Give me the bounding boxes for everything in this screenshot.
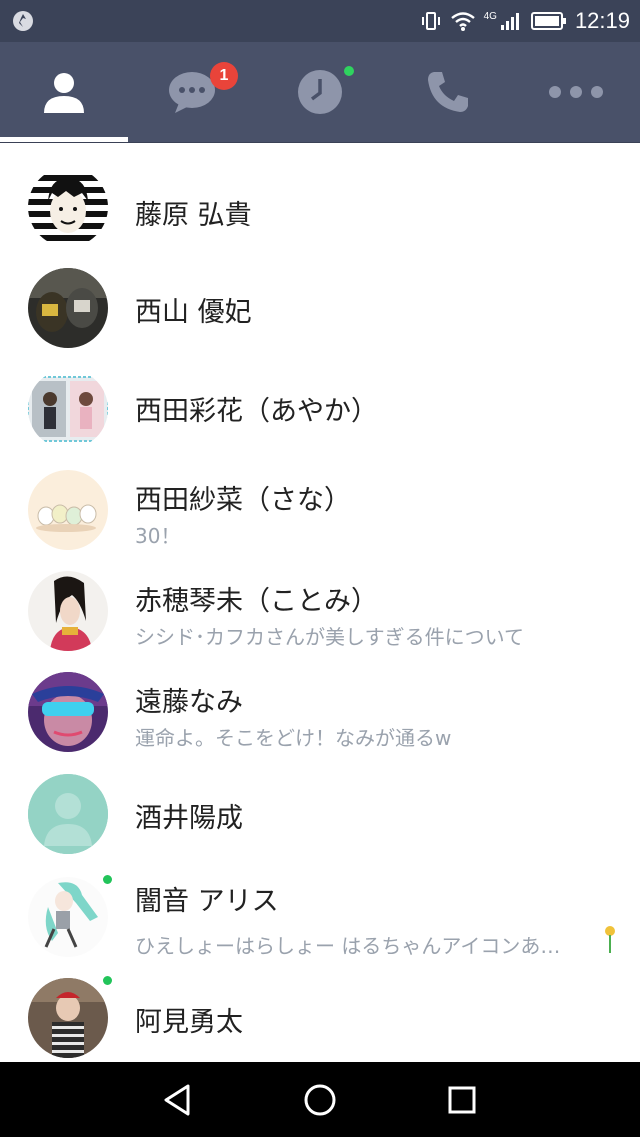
- online-indicator: [103, 976, 112, 985]
- avatar: [28, 167, 108, 247]
- avatar: [28, 774, 108, 854]
- list-item[interactable]: 藤原 弘貴: [0, 163, 640, 263]
- wifi-icon: [450, 12, 475, 31]
- contact-name: 西山 優妃: [135, 297, 252, 328]
- avatar: [28, 268, 108, 348]
- contact-name: 赤穂琴未（ことみ）: [135, 586, 378, 617]
- app-notification-icon: [13, 11, 33, 31]
- unread-badge: 1: [210, 62, 238, 90]
- avatar: [28, 877, 108, 957]
- network-type-label: 4G: [483, 10, 497, 22]
- person-icon: [44, 73, 84, 113]
- list-item[interactable]: 赤穂琴未（ことみ） シシド･カフカさんが美しすぎる件について: [0, 571, 640, 671]
- signal-icon: [500, 13, 519, 30]
- tab-bar: 1: [0, 42, 640, 143]
- avatar: [28, 978, 108, 1058]
- clock-icon: [298, 70, 342, 114]
- avatar: [28, 672, 108, 752]
- tab-friends[interactable]: [0, 42, 128, 142]
- contact-status-message: 30！: [135, 524, 181, 548]
- contact-status-message: ひえしょーはらしょー はるちゃんアイコンあ…: [135, 934, 561, 958]
- online-indicator: [103, 875, 112, 884]
- new-post-dot: [344, 66, 354, 76]
- avatar: [28, 571, 108, 651]
- contact-name: 遠藤なみ: [135, 687, 243, 718]
- system-navigation-bar: [0, 1062, 640, 1137]
- list-item[interactable]: 西山 優妃: [0, 268, 640, 368]
- avatar: [28, 369, 108, 449]
- contact-status-message: 運命よ。そこをどけ！なみが通るw: [135, 726, 452, 750]
- battery-icon: [530, 12, 566, 30]
- contact-name: 酒井陽成: [135, 803, 243, 834]
- contact-status-message: シシド･カフカさんが美しすぎる件について: [135, 625, 524, 649]
- list-item[interactable]: 西田彩花（あやか）: [0, 369, 640, 469]
- tab-more[interactable]: [512, 42, 640, 142]
- contact-name: 阿見勇太: [135, 1007, 243, 1038]
- recent-apps-icon[interactable]: [442, 1080, 482, 1120]
- more-dots-icon: [549, 86, 603, 98]
- list-item[interactable]: 酒井陽成: [0, 774, 640, 874]
- list-item[interactable]: 西田紗菜（さな） 30！: [0, 470, 640, 570]
- phone-icon: [428, 72, 468, 112]
- back-icon[interactable]: [158, 1080, 198, 1120]
- list-item[interactable]: 阿見勇太: [0, 976, 640, 1076]
- list-item[interactable]: 遠藤なみ 運命よ。そこをどけ！なみが通るw: [0, 672, 640, 772]
- clock-time: 12:19: [574, 8, 630, 33]
- status-bar: 4G 12:19: [0, 0, 640, 42]
- list-item[interactable]: 闇音 アリス ひえしょーはらしょー はるちゃんアイコンあ…: [0, 875, 640, 975]
- flower-emoji-icon: [605, 926, 615, 953]
- tab-calls[interactable]: [384, 42, 512, 142]
- home-icon[interactable]: [300, 1080, 340, 1120]
- tab-timeline[interactable]: [256, 42, 384, 142]
- contact-name: 西田紗菜（さな）: [135, 485, 351, 516]
- contact-name: 藤原 弘貴: [135, 200, 252, 231]
- vibrate-icon: [421, 12, 440, 30]
- tab-chats[interactable]: 1: [128, 42, 256, 142]
- contact-name: 西田彩花（あやか）: [135, 396, 378, 427]
- avatar: [28, 470, 108, 550]
- contact-name: 闇音 アリス: [135, 886, 279, 917]
- default-avatar-icon: [28, 774, 108, 854]
